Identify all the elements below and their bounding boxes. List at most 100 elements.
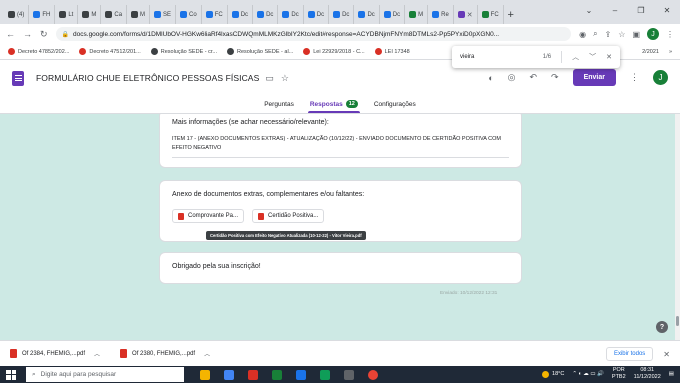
- reload-icon[interactable]: ↻: [40, 29, 48, 40]
- browser-tab[interactable]: Ca: [101, 5, 128, 24]
- app-icon[interactable]: [344, 369, 354, 380]
- browser-tab[interactable]: Dc: [380, 5, 406, 24]
- minimize-button[interactable]: –: [602, 6, 628, 15]
- bookmark-item[interactable]: LEI 17348: [374, 48, 410, 55]
- more-options-icon[interactable]: ⋮: [630, 72, 639, 83]
- profile-avatar[interactable]: J: [647, 28, 659, 40]
- download-item[interactable]: Of 2384, FHEMIG,...pdf ︿: [10, 349, 100, 358]
- bookmark-item[interactable]: Decreto 47852/202...: [8, 48, 69, 55]
- send-button[interactable]: Enviar: [572, 69, 616, 86]
- browser-tab[interactable]: FH: [29, 5, 56, 24]
- new-tab-button[interactable]: +: [504, 5, 518, 24]
- app-icon[interactable]: [200, 369, 210, 380]
- zoom-icon[interactable]: ⌕: [593, 29, 597, 39]
- clock[interactable]: 08:31 11/12/2022: [634, 367, 661, 381]
- chrome-icon[interactable]: [368, 369, 378, 380]
- chevron-up-icon[interactable]: ︿: [204, 349, 210, 358]
- share-icon[interactable]: ⇪: [605, 30, 612, 39]
- word-icon[interactable]: [296, 369, 306, 380]
- more-bookmarks-icon[interactable]: »: [669, 49, 672, 55]
- tab-label: Ca: [114, 11, 123, 18]
- excel-icon[interactable]: [272, 369, 282, 380]
- sidepanel-icon[interactable]: ▣: [632, 30, 640, 39]
- find-input[interactable]: vieira: [460, 54, 533, 60]
- browser-tab[interactable]: Dc: [354, 5, 380, 24]
- app-icon[interactable]: [224, 369, 234, 380]
- favicon-icon: [333, 11, 341, 18]
- bookmark-tail[interactable]: 2/2021: [642, 49, 659, 55]
- browser-tab[interactable]: Lt: [55, 5, 79, 24]
- favicon-icon: [231, 11, 239, 18]
- account-avatar[interactable]: J: [653, 70, 668, 85]
- browser-tab[interactable]: Dc: [329, 5, 355, 24]
- tab-responses[interactable]: Respostas 12: [307, 95, 360, 113]
- close-downloads-icon[interactable]: ✕: [663, 350, 670, 359]
- find-previous-icon[interactable]: ︿: [572, 52, 579, 62]
- preview-eye-icon[interactable]: ◎: [508, 72, 516, 83]
- tab-label: Dc: [342, 11, 350, 18]
- close-window-button[interactable]: ✕: [654, 6, 680, 15]
- bookmark-star-icon[interactable]: ☆: [618, 30, 625, 39]
- toolbar-actions: ◉ ⌕ ⇪ ☆ ▣ J ⋮: [579, 28, 674, 40]
- file-chip[interactable]: Certidão Positiva...: [252, 209, 325, 223]
- palette-icon[interactable]: ◐: [488, 73, 493, 83]
- browser-tab[interactable]: FC: [202, 5, 228, 24]
- browser-tab[interactable]: M: [78, 5, 102, 24]
- browser-tab[interactable]: Dc: [228, 5, 254, 24]
- undo-icon[interactable]: ↶: [530, 72, 538, 83]
- form-title[interactable]: FORMULÁRIO CHUE ELETRÔNICO PESSOAS FÍSIC…: [36, 73, 259, 83]
- browser-tab[interactable]: M: [127, 5, 151, 24]
- find-next-icon[interactable]: ﹀: [589, 52, 596, 62]
- favicon-icon: [383, 11, 391, 18]
- browser-tab[interactable]: Dc: [253, 5, 279, 24]
- browser-tab[interactable]: (4): [4, 5, 30, 24]
- address-bar[interactable]: 🔒 docs.google.com/forms/d/1DMlUbOV-HGKw6…: [55, 27, 572, 41]
- favicon-icon: [131, 11, 139, 18]
- star-icon[interactable]: ☆: [281, 73, 289, 84]
- redo-icon[interactable]: ↷: [551, 72, 559, 83]
- browser-tab[interactable]: Dc: [278, 5, 304, 24]
- header-actions: ◐ ◎ ↶ ↷ Enviar ⋮ J: [488, 69, 668, 86]
- browser-tab[interactable]: Re: [428, 5, 454, 24]
- browser-tab[interactable]: M: [405, 5, 429, 24]
- browser-tab-last[interactable]: FC: [478, 5, 504, 24]
- question-card-more-info: Mais informações (se achar necessário/re…: [159, 114, 522, 168]
- tab-settings[interactable]: Configurações: [372, 95, 418, 113]
- close-tab-icon[interactable]: ✕: [467, 11, 473, 19]
- tray-icons[interactable]: ⌃ ◐ ☁ ▭ 🔊: [572, 371, 604, 377]
- download-item[interactable]: Of 2380, FHEMIG,...pdf ︿: [120, 349, 210, 358]
- pdf-icon: [10, 349, 17, 358]
- folder-icon[interactable]: ▭: [265, 73, 274, 84]
- restore-button[interactable]: ❐: [628, 6, 654, 15]
- file-chip[interactable]: Comprovante Pa...: [172, 209, 245, 223]
- bookmark-item[interactable]: Lei 22929/2018 - C...: [303, 48, 365, 55]
- show-all-downloads-button[interactable]: Exibir todos: [605, 347, 654, 361]
- help-button[interactable]: ?: [656, 321, 668, 333]
- browser-tab[interactable]: Co: [176, 5, 202, 24]
- app-icon[interactable]: [248, 369, 258, 380]
- app-icon[interactable]: [320, 369, 330, 380]
- bookmark-item[interactable]: Resolução SEDE - al...: [227, 48, 293, 55]
- windows-start-icon[interactable]: [6, 369, 16, 380]
- find-close-icon[interactable]: ✕: [606, 53, 612, 61]
- browser-tab[interactable]: SE: [150, 5, 177, 24]
- favicon-icon: [105, 11, 113, 18]
- google-lens-icon[interactable]: ◉: [579, 30, 586, 39]
- bookmark-item[interactable]: Resolução SEDE - cr...: [150, 48, 217, 55]
- back-arrow-icon[interactable]: ←: [6, 29, 15, 39]
- tab-search-button[interactable]: ⌄: [576, 6, 602, 15]
- browser-tab-forms-active[interactable]: ✕: [454, 5, 478, 24]
- google-forms-logo-icon[interactable]: [12, 70, 24, 86]
- scrollbar-thumb[interactable]: [676, 316, 679, 326]
- chevron-up-icon[interactable]: ︿: [94, 349, 100, 358]
- notification-icon[interactable]: ▤: [669, 371, 674, 377]
- page-scrollbar[interactable]: [675, 114, 680, 340]
- browser-tab[interactable]: Dc: [304, 5, 330, 24]
- forward-arrow-icon[interactable]: →: [23, 29, 32, 39]
- bookmark-item[interactable]: Decreto 47512/201...: [79, 48, 141, 55]
- language-indicator[interactable]: POR PTB2: [612, 367, 626, 381]
- weather-widget[interactable]: 18°C: [542, 370, 564, 378]
- taskbar-search-input[interactable]: ⌕ Digite aqui para pesquisar: [26, 367, 184, 382]
- tab-questions[interactable]: Perguntas: [262, 95, 296, 113]
- menu-kebab-icon[interactable]: ⋮: [666, 30, 674, 39]
